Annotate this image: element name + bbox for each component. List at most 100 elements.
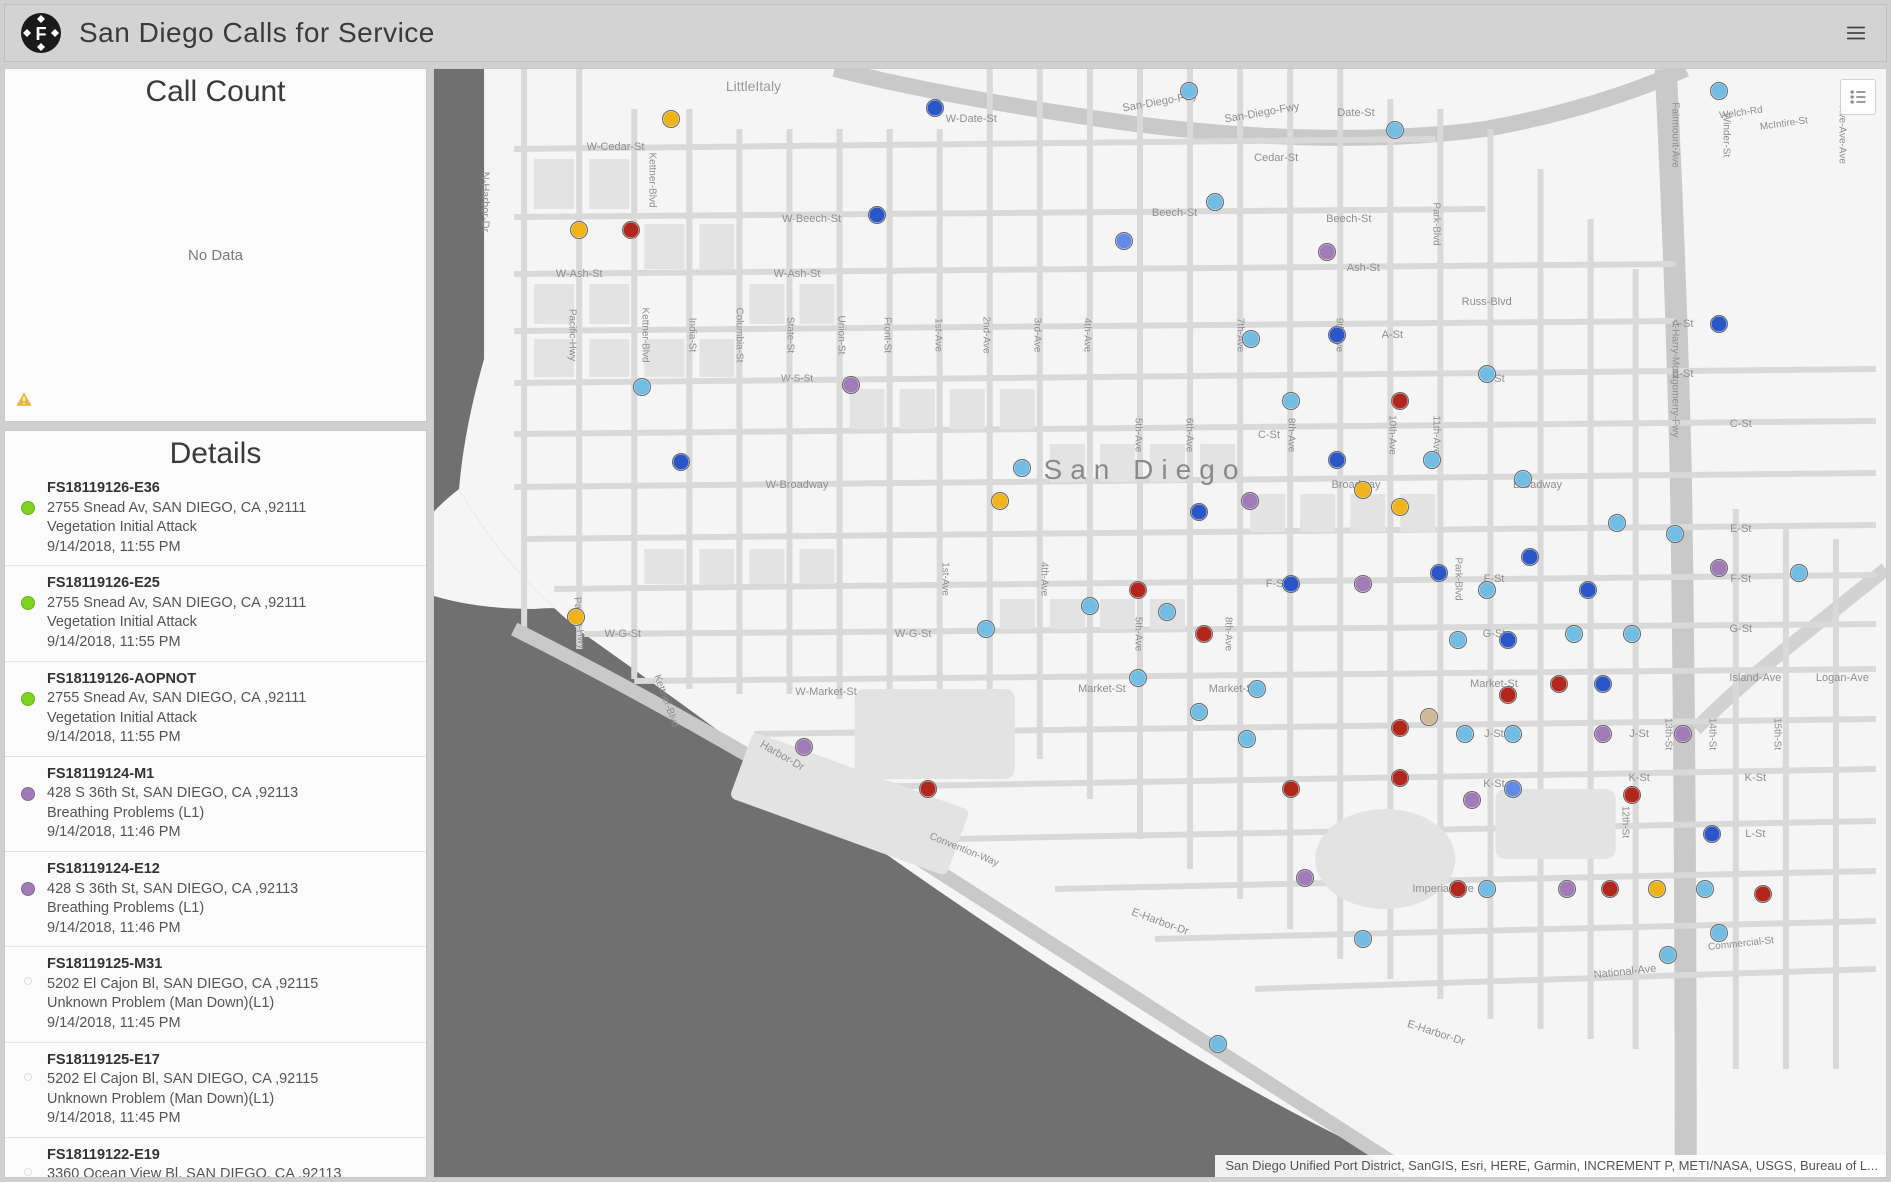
list-item[interactable]: FS18119126-E362755 Snead Av, SAN DIEGO, … [5, 471, 426, 565]
detail-address: 3360 Ocean View Bl, SAN DIEGO, CA ,92113 [47, 1165, 341, 1177]
header-bar: F San Diego Calls for Service [4, 4, 1887, 62]
map-call-point[interactable] [1608, 514, 1626, 532]
map-call-point[interactable] [1696, 880, 1714, 898]
map-call-point[interactable] [1449, 631, 1467, 649]
map-call-point[interactable] [1248, 680, 1266, 698]
map-call-point[interactable] [795, 738, 813, 756]
map-call-point[interactable] [1209, 1035, 1227, 1053]
map-call-point[interactable] [1648, 880, 1666, 898]
map-call-point[interactable] [1504, 725, 1522, 743]
map-call-point[interactable] [1354, 930, 1372, 948]
map-call-point[interactable] [1463, 791, 1481, 809]
map-call-point[interactable] [1521, 548, 1539, 566]
map-call-point[interactable] [1180, 82, 1198, 100]
map-call-point[interactable] [1420, 708, 1438, 726]
map-call-point[interactable] [842, 376, 860, 394]
map-call-point[interactable] [1456, 725, 1474, 743]
map-call-point[interactable] [1579, 581, 1597, 599]
map-attribution: San Diego Unified Port District, SanGIS,… [1215, 1155, 1886, 1177]
map-legend-button[interactable] [1840, 79, 1876, 115]
map-call-point[interactable] [1754, 885, 1772, 903]
map-call-point[interactable] [1710, 559, 1728, 577]
map-call-point[interactable] [1158, 603, 1176, 621]
map-call-point[interactable] [1565, 625, 1583, 643]
map-call-point[interactable] [977, 620, 995, 638]
map-call-point[interactable] [622, 221, 640, 239]
list-item[interactable]: FS18119125-M315202 El Cajon Bl, SAN DIEG… [5, 946, 426, 1041]
map-call-point[interactable] [1550, 675, 1568, 693]
map-call-point[interactable] [1594, 725, 1612, 743]
map-canvas[interactable]: San Diego LittleItalyW-Date-StSan-Diego-… [434, 69, 1886, 1177]
map-call-point[interactable] [1423, 451, 1441, 469]
map-call-point[interactable] [1241, 492, 1259, 510]
map-call-point[interactable] [1354, 575, 1372, 593]
map-call-point[interactable] [926, 99, 944, 117]
list-item[interactable]: FS18119126-AOPNOT2755 Snead Av, SAN DIEG… [5, 661, 426, 756]
map-call-point[interactable] [1206, 193, 1224, 211]
map-call-point[interactable] [1391, 769, 1409, 787]
list-item[interactable]: FS18119124-E12428 S 36th St, SAN DIEGO, … [5, 851, 426, 946]
map-call-point[interactable] [868, 206, 886, 224]
map-call-point[interactable] [1449, 880, 1467, 898]
map-call-point[interactable] [1195, 625, 1213, 643]
map-call-point[interactable] [1478, 880, 1496, 898]
map-call-point[interactable] [1115, 232, 1133, 250]
map-call-point[interactable] [1296, 869, 1314, 887]
map-call-point[interactable] [1190, 703, 1208, 721]
map-call-point[interactable] [1238, 730, 1256, 748]
map-call-point[interactable] [1601, 880, 1619, 898]
list-item[interactable]: FS18119122-E193360 Ocean View Bl, SAN DI… [5, 1137, 426, 1177]
map-call-point[interactable] [1386, 121, 1404, 139]
map-call-point[interactable] [1623, 786, 1641, 804]
map-call-point[interactable] [1674, 725, 1692, 743]
map-call-point[interactable] [1659, 946, 1677, 964]
left-column: Call Count No Data Details FS18119126-E3… [4, 68, 427, 1178]
map-call-point[interactable] [1710, 924, 1728, 942]
menu-button[interactable] [1836, 13, 1876, 53]
map-call-point[interactable] [1282, 575, 1300, 593]
map-call-point[interactable] [1391, 392, 1409, 410]
map-call-point[interactable] [1478, 365, 1496, 383]
map-call-point[interactable] [570, 221, 588, 239]
list-item[interactable]: FS18119124-M1428 S 36th St, SAN DIEGO, C… [5, 756, 426, 851]
map-call-point[interactable] [1710, 82, 1728, 100]
map-call-point[interactable] [1391, 719, 1409, 737]
map-call-point[interactable] [1282, 780, 1300, 798]
map-call-point[interactable] [1190, 503, 1208, 521]
map-call-point[interactable] [1710, 315, 1728, 333]
map-call-point[interactable] [633, 378, 651, 396]
map-call-point[interactable] [1594, 675, 1612, 693]
map-call-point[interactable] [1282, 392, 1300, 410]
detail-time: 9/14/2018, 11:46 PM [47, 823, 298, 843]
map-call-point[interactable] [1013, 459, 1031, 477]
list-item[interactable]: FS18119125-E175202 El Cajon Bl, SAN DIEG… [5, 1042, 426, 1137]
call-type-dot-icon [21, 596, 35, 610]
map-call-point[interactable] [1391, 498, 1409, 516]
map-call-point[interactable] [1703, 825, 1721, 843]
map-call-point[interactable] [1430, 564, 1448, 582]
map-call-point[interactable] [1666, 525, 1684, 543]
map-call-point[interactable] [1318, 243, 1336, 261]
map-call-point[interactable] [1328, 451, 1346, 469]
map-call-point[interactable] [1790, 564, 1808, 582]
list-item[interactable]: FS18119126-E252755 Snead Av, SAN DIEGO, … [5, 565, 426, 660]
details-list[interactable]: FS18119126-E362755 Snead Av, SAN DIEGO, … [5, 471, 426, 1177]
map-call-point[interactable] [1242, 330, 1260, 348]
map-call-point[interactable] [1328, 326, 1346, 344]
map-call-point[interactable] [1558, 880, 1576, 898]
map-call-point[interactable] [1129, 581, 1147, 599]
map-call-point[interactable] [1478, 581, 1496, 599]
map-call-point[interactable] [1504, 780, 1522, 798]
map-call-point[interactable] [567, 608, 585, 626]
map-call-point[interactable] [991, 492, 1009, 510]
map-call-point[interactable] [1514, 470, 1532, 488]
map-call-point[interactable] [1499, 631, 1517, 649]
map-call-point[interactable] [919, 780, 937, 798]
map-call-point[interactable] [672, 453, 690, 471]
map-call-point[interactable] [1081, 597, 1099, 615]
map-call-point[interactable] [1623, 625, 1641, 643]
map-call-point[interactable] [1354, 481, 1372, 499]
map-call-point[interactable] [1129, 669, 1147, 687]
map-call-point[interactable] [662, 110, 680, 128]
map-call-point[interactable] [1499, 686, 1517, 704]
